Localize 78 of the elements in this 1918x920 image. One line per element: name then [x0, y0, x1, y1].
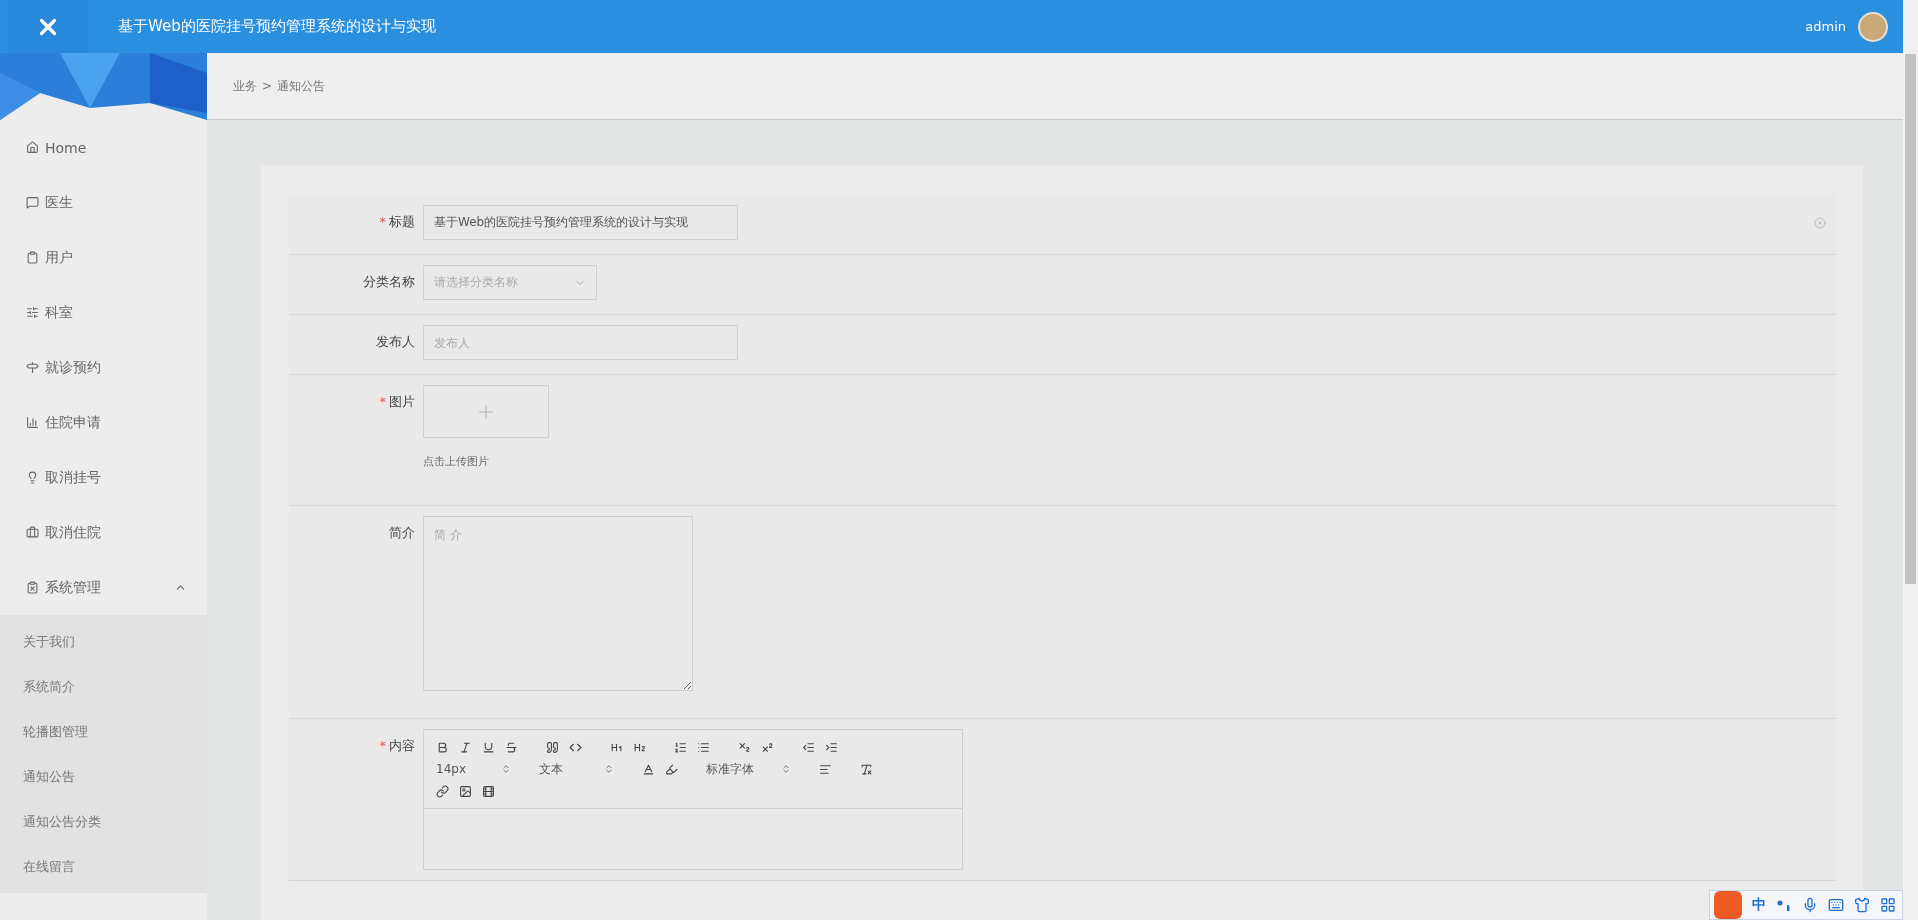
italic-icon[interactable]	[459, 740, 472, 754]
submenu-item[interactable]: 轮播图管理	[0, 709, 207, 754]
sidebar-item[interactable]: 住院申请	[0, 395, 207, 450]
keyboard-icon[interactable]	[1828, 897, 1844, 913]
strikethrough-icon[interactable]	[505, 740, 518, 754]
outdent-icon[interactable]	[802, 740, 815, 754]
font-select[interactable]: 标准字体	[706, 760, 791, 778]
clipboard-icon	[26, 251, 39, 264]
submenu-item[interactable]: 系统简介	[0, 664, 207, 709]
required-mark: *	[379, 213, 386, 231]
sidebar-item[interactable]: 取消住院	[0, 505, 207, 560]
sidebar-item[interactable]: 科室	[0, 285, 207, 340]
link-icon[interactable]	[436, 784, 449, 798]
field-label: 标题	[389, 213, 415, 231]
field-label: 内容	[389, 737, 415, 755]
sidebar-item[interactable]: Home	[0, 120, 207, 175]
font-size-select[interactable]: 14px	[436, 762, 511, 776]
field-label: 发布人	[376, 333, 415, 351]
clear-format-icon[interactable]	[860, 762, 873, 776]
submenu-item[interactable]: 通知公告分类	[0, 799, 207, 844]
rich-text-editor[interactable]: 14px 文本 标准字体	[423, 729, 963, 870]
ordered-list-icon[interactable]	[674, 740, 687, 754]
breadcrumb-item[interactable]: 业务	[233, 77, 257, 95]
field-label: 图片	[389, 393, 415, 411]
field-label: 分类名称	[363, 273, 415, 291]
avatar[interactable]	[1858, 11, 1888, 42]
signpost-icon	[26, 361, 39, 374]
sidebar-item[interactable]: 就诊预约	[0, 340, 207, 395]
microphone-icon[interactable]	[1802, 897, 1818, 913]
text-input[interactable]: 发布人	[423, 325, 738, 360]
lightbulb-icon	[26, 471, 39, 484]
image-icon[interactable]	[459, 784, 472, 798]
punctuation-icon[interactable]	[1776, 898, 1792, 912]
highlight-icon[interactable]	[665, 762, 678, 776]
required-mark: *	[379, 393, 386, 411]
subscript-icon[interactable]	[738, 740, 751, 754]
sidebar-item[interactable]: 取消挂号	[0, 450, 207, 505]
up-down-icon	[781, 764, 791, 774]
indent-icon[interactable]	[825, 740, 838, 754]
bold-icon[interactable]	[436, 740, 449, 754]
sidebar-item[interactable]: 用户	[0, 230, 207, 285]
bullet-list-icon[interactable]	[697, 740, 710, 754]
bar-chart-icon	[26, 416, 39, 429]
summary-textarea[interactable]: 简 介	[423, 516, 693, 691]
grid-icon[interactable]	[1880, 897, 1896, 913]
clipboard-x-icon	[26, 581, 39, 594]
app-title: 基于Web的医院挂号预约管理系统的设计与实现	[118, 17, 437, 36]
field-label: 简介	[389, 524, 415, 542]
user-name[interactable]: admin	[1805, 19, 1846, 34]
heading-select[interactable]: 文本	[539, 760, 614, 778]
align-left-icon[interactable]	[819, 762, 832, 776]
submenu-item[interactable]: 通知公告	[0, 754, 207, 799]
superscript-icon[interactable]	[761, 740, 774, 754]
shirt-icon[interactable]	[1854, 897, 1870, 913]
font-color-icon[interactable]	[642, 762, 655, 776]
briefcase-icon	[26, 526, 39, 539]
ime-logo-icon[interactable]	[1714, 891, 1742, 919]
up-down-icon	[604, 764, 614, 774]
video-icon[interactable]	[482, 784, 495, 798]
up-down-icon	[501, 764, 511, 774]
scrollbar[interactable]	[1903, 0, 1918, 920]
ime-mode[interactable]: 中	[1752, 896, 1766, 914]
required-mark: *	[379, 737, 386, 755]
sidebar-item[interactable]: 医生	[0, 175, 207, 230]
upload-hint: 点击上传图片	[423, 454, 490, 469]
breadcrumb-separator: >	[262, 79, 273, 93]
close-button[interactable]	[8, 0, 88, 53]
home-icon	[26, 141, 39, 154]
submenu-item[interactable]: 关于我们	[0, 619, 207, 664]
submenu-item[interactable]: 在线留言	[0, 844, 207, 889]
text-input[interactable]: 基于Web的医院挂号预约管理系统的设计与实现	[423, 205, 738, 240]
chat-icon	[26, 196, 39, 209]
underline-icon[interactable]	[482, 740, 495, 754]
quote-icon[interactable]	[546, 740, 559, 754]
sliders-icon	[26, 306, 39, 319]
sidebar-item[interactable]: 系统管理	[0, 560, 207, 615]
scrollbar-thumb[interactable]	[1905, 54, 1916, 584]
breadcrumb-item[interactable]: 通知公告	[277, 77, 326, 95]
